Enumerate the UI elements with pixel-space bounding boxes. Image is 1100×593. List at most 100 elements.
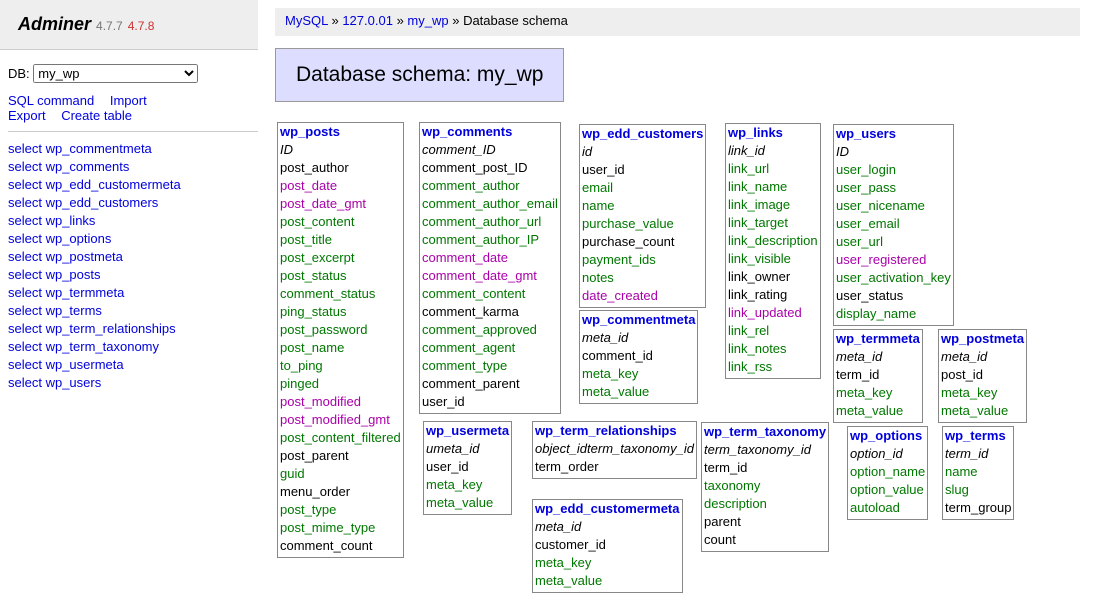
column: meta_value	[582, 383, 695, 401]
schema-table[interactable]: wp_edd_customermetameta_idcustomer_idmet…	[532, 499, 683, 593]
table-name[interactable]: wp_usermeta	[426, 422, 509, 440]
db-selector: DB: my_wp	[8, 64, 258, 83]
column: count	[704, 531, 826, 549]
column: post_mime_type	[280, 519, 401, 537]
column: user_id	[582, 161, 703, 179]
column: meta_key	[535, 554, 680, 572]
table-name[interactable]: wp_term_relationships	[535, 422, 694, 440]
sql-command-link[interactable]: SQL command	[8, 93, 94, 108]
column: comment_id	[582, 347, 695, 365]
column: comment_author_email	[422, 195, 558, 213]
column: post_excerpt	[280, 249, 401, 267]
column: term_taxonomy_id	[587, 441, 694, 456]
column: comment_status	[280, 285, 401, 303]
table-link[interactable]: select wp_term_relationships	[8, 320, 258, 338]
column: link_target	[728, 214, 818, 232]
action-links: SQL command Import Export Create table	[8, 93, 258, 132]
column: term_taxonomy_id	[704, 442, 811, 457]
schema-table[interactable]: wp_edd_customersiduser_idemailnamepurcha…	[579, 124, 706, 308]
column: link_name	[728, 178, 818, 196]
column: meta_id	[836, 349, 882, 364]
schema-table[interactable]: wp_usermetaumeta_iduser_idmeta_keymeta_v…	[423, 421, 512, 515]
column: comment_type	[422, 357, 558, 375]
column: ID	[280, 142, 293, 157]
column: comment_date	[422, 249, 558, 267]
schema-table[interactable]: wp_term_relationshipsobject_idterm_taxon…	[532, 421, 697, 479]
schema-table[interactable]: wp_commentmetameta_idcomment_idmeta_keym…	[579, 310, 698, 404]
table-list: select wp_commentmetaselect wp_commentss…	[8, 140, 258, 392]
column: user_activation_key	[836, 269, 951, 287]
table-link[interactable]: select wp_terms	[8, 302, 258, 320]
breadcrumb-current: Database schema	[463, 13, 568, 28]
breadcrumb-server[interactable]: 127.0.01	[342, 13, 393, 28]
table-link[interactable]: select wp_links	[8, 212, 258, 230]
table-name[interactable]: wp_postmeta	[941, 330, 1024, 348]
table-link[interactable]: select wp_commentmeta	[8, 140, 258, 158]
table-name[interactable]: wp_links	[728, 124, 818, 142]
export-link[interactable]: Export	[8, 108, 46, 123]
column: meta_value	[535, 572, 680, 590]
table-name[interactable]: wp_commentmeta	[582, 311, 695, 329]
table-name[interactable]: wp_termmeta	[836, 330, 920, 348]
db-select[interactable]: my_wp	[33, 64, 198, 83]
version-latest: 4.7.8	[128, 19, 155, 33]
column: post_modified_gmt	[280, 411, 401, 429]
column: object_id	[535, 441, 587, 456]
column: post_name	[280, 339, 401, 357]
schema-table[interactable]: wp_linkslink_idlink_urllink_namelink_ima…	[725, 123, 821, 379]
column: display_name	[836, 305, 951, 323]
table-name[interactable]: wp_comments	[422, 123, 558, 141]
table-link[interactable]: select wp_term_taxonomy	[8, 338, 258, 356]
schema-table[interactable]: wp_postmetameta_idpost_idmeta_keymeta_va…	[938, 329, 1027, 423]
column: to_ping	[280, 357, 401, 375]
column: ID	[836, 144, 849, 159]
table-name[interactable]: wp_edd_customermeta	[535, 500, 680, 518]
breadcrumb-engine[interactable]: MySQL	[285, 13, 328, 28]
schema-table[interactable]: wp_termmetameta_idterm_idmeta_keymeta_va…	[833, 329, 923, 423]
column: post_id	[941, 366, 1024, 384]
column: menu_order	[280, 483, 401, 501]
schema-table[interactable]: wp_term_taxonomyterm_taxonomy_idterm_idt…	[701, 422, 829, 552]
column: post_modified	[280, 393, 401, 411]
column: meta_id	[535, 519, 581, 534]
column: ping_status	[280, 303, 401, 321]
column: post_content_filtered	[280, 429, 401, 447]
schema-table[interactable]: wp_termsterm_idnameslugterm_group	[942, 426, 1014, 520]
schema-table[interactable]: wp_optionsoption_idoption_nameoption_val…	[847, 426, 928, 520]
column: comment_content	[422, 285, 558, 303]
table-link[interactable]: select wp_users	[8, 374, 258, 392]
column: meta_value	[426, 494, 509, 512]
schema-table[interactable]: wp_commentscomment_IDcomment_post_IDcomm…	[419, 122, 561, 414]
table-name[interactable]: wp_posts	[280, 123, 401, 141]
column: link_visible	[728, 250, 818, 268]
table-link[interactable]: select wp_termmeta	[8, 284, 258, 302]
column: meta_key	[941, 384, 1024, 402]
table-link[interactable]: select wp_options	[8, 230, 258, 248]
table-link[interactable]: select wp_usermeta	[8, 356, 258, 374]
table-link[interactable]: select wp_posts	[8, 266, 258, 284]
column: comment_karma	[422, 303, 558, 321]
column: meta_value	[836, 402, 920, 420]
column: post_password	[280, 321, 401, 339]
column: meta_id	[582, 330, 628, 345]
table-link[interactable]: select wp_edd_customermeta	[8, 176, 258, 194]
import-link[interactable]: Import	[110, 93, 147, 108]
column: link_rss	[728, 358, 818, 376]
table-name[interactable]: wp_users	[836, 125, 951, 143]
column: autoload	[850, 499, 925, 517]
breadcrumb-db[interactable]: my_wp	[407, 13, 448, 28]
create-table-link[interactable]: Create table	[61, 108, 132, 123]
table-name[interactable]: wp_term_taxonomy	[704, 423, 826, 441]
version-current: 4.7.7	[96, 19, 123, 33]
table-link[interactable]: select wp_postmeta	[8, 248, 258, 266]
schema-table[interactable]: wp_postsIDpost_authorpost_datepost_date_…	[277, 122, 404, 558]
table-name[interactable]: wp_terms	[945, 427, 1011, 445]
table-name[interactable]: wp_edd_customers	[582, 125, 703, 143]
table-name[interactable]: wp_options	[850, 427, 925, 445]
table-link[interactable]: select wp_comments	[8, 158, 258, 176]
column: taxonomy	[704, 477, 826, 495]
column: comment_date_gmt	[422, 267, 558, 285]
column: parent	[704, 513, 826, 531]
table-link[interactable]: select wp_edd_customers	[8, 194, 258, 212]
schema-table[interactable]: wp_usersIDuser_loginuser_passuser_nicena…	[833, 124, 954, 326]
